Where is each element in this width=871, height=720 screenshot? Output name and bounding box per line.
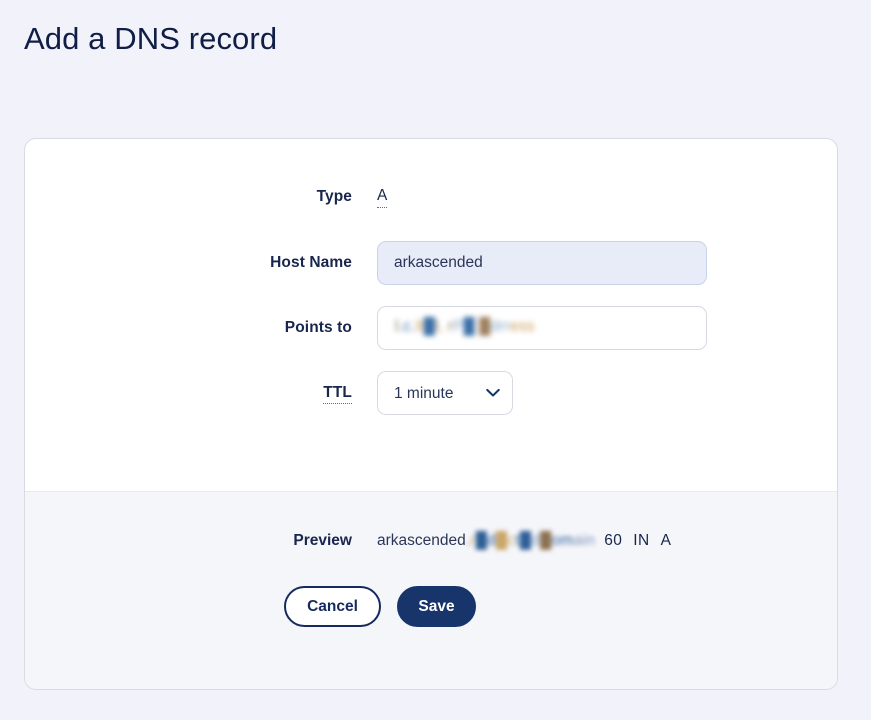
- preview-domain-redacted: .r█d█ct█d█omain: [465, 532, 596, 549]
- dns-record-card: Type A Host Name Points to l.c.lt█l, r: [24, 138, 838, 690]
- ttl-label[interactable]: TTL: [323, 384, 352, 404]
- type-value[interactable]: A: [377, 187, 388, 208]
- host-name-control: [377, 241, 837, 285]
- dns-record-footer: Preview arkascended .r█d█ct█d█omain 60 IN A …: [25, 491, 837, 689]
- field-row-host-name: Host Name: [25, 241, 837, 285]
- preview-class: IN: [633, 532, 650, 549]
- points-to-input[interactable]: [377, 306, 707, 350]
- points-to-label: Points to: [284, 319, 352, 336]
- preview-record-tail: 60 IN A: [604, 532, 682, 550]
- preview-label: Preview: [293, 532, 352, 549]
- host-name-input[interactable]: [377, 241, 707, 285]
- points-to-input-wrap: l.c.lt█l, rP█ █drress: [377, 306, 707, 350]
- ttl-select-wrap: 1 minute: [377, 371, 513, 415]
- points-to-control: l.c.lt█l, rP█ █drress: [377, 306, 837, 350]
- preview-ttl: 60: [604, 532, 623, 549]
- preview-host: arkascended: [377, 532, 466, 549]
- add-dns-record-page: Add a DNS record Type A Host Name Points…: [0, 0, 871, 720]
- type-label: Type: [316, 188, 352, 205]
- ttl-select[interactable]: 1 minute: [377, 371, 513, 415]
- preview-record-type: A: [660, 532, 672, 549]
- ttl-label-wrap: TTL: [25, 384, 377, 404]
- save-button[interactable]: Save: [397, 586, 476, 627]
- dns-record-form: Type A Host Name Points to l.c.lt█l, r: [25, 139, 837, 491]
- page-title: Add a DNS record: [24, 21, 278, 56]
- cancel-button[interactable]: Cancel: [284, 586, 381, 627]
- field-row-ttl: TTL 1 minute: [25, 371, 837, 415]
- action-buttons: Cancel Save: [25, 586, 837, 627]
- ttl-control: 1 minute: [377, 371, 837, 415]
- host-name-label: Host Name: [270, 254, 352, 271]
- field-row-points-to: Points to l.c.lt█l, rP█ █drress: [25, 306, 837, 350]
- preview-value: arkascended .r█d█ct█d█omain 60 IN A: [377, 532, 682, 550]
- field-row-type: Type A: [25, 179, 837, 215]
- type-value-wrap: A: [377, 187, 837, 208]
- preview-row: Preview arkascended .r█d█ct█d█omain 60 IN A: [25, 492, 837, 550]
